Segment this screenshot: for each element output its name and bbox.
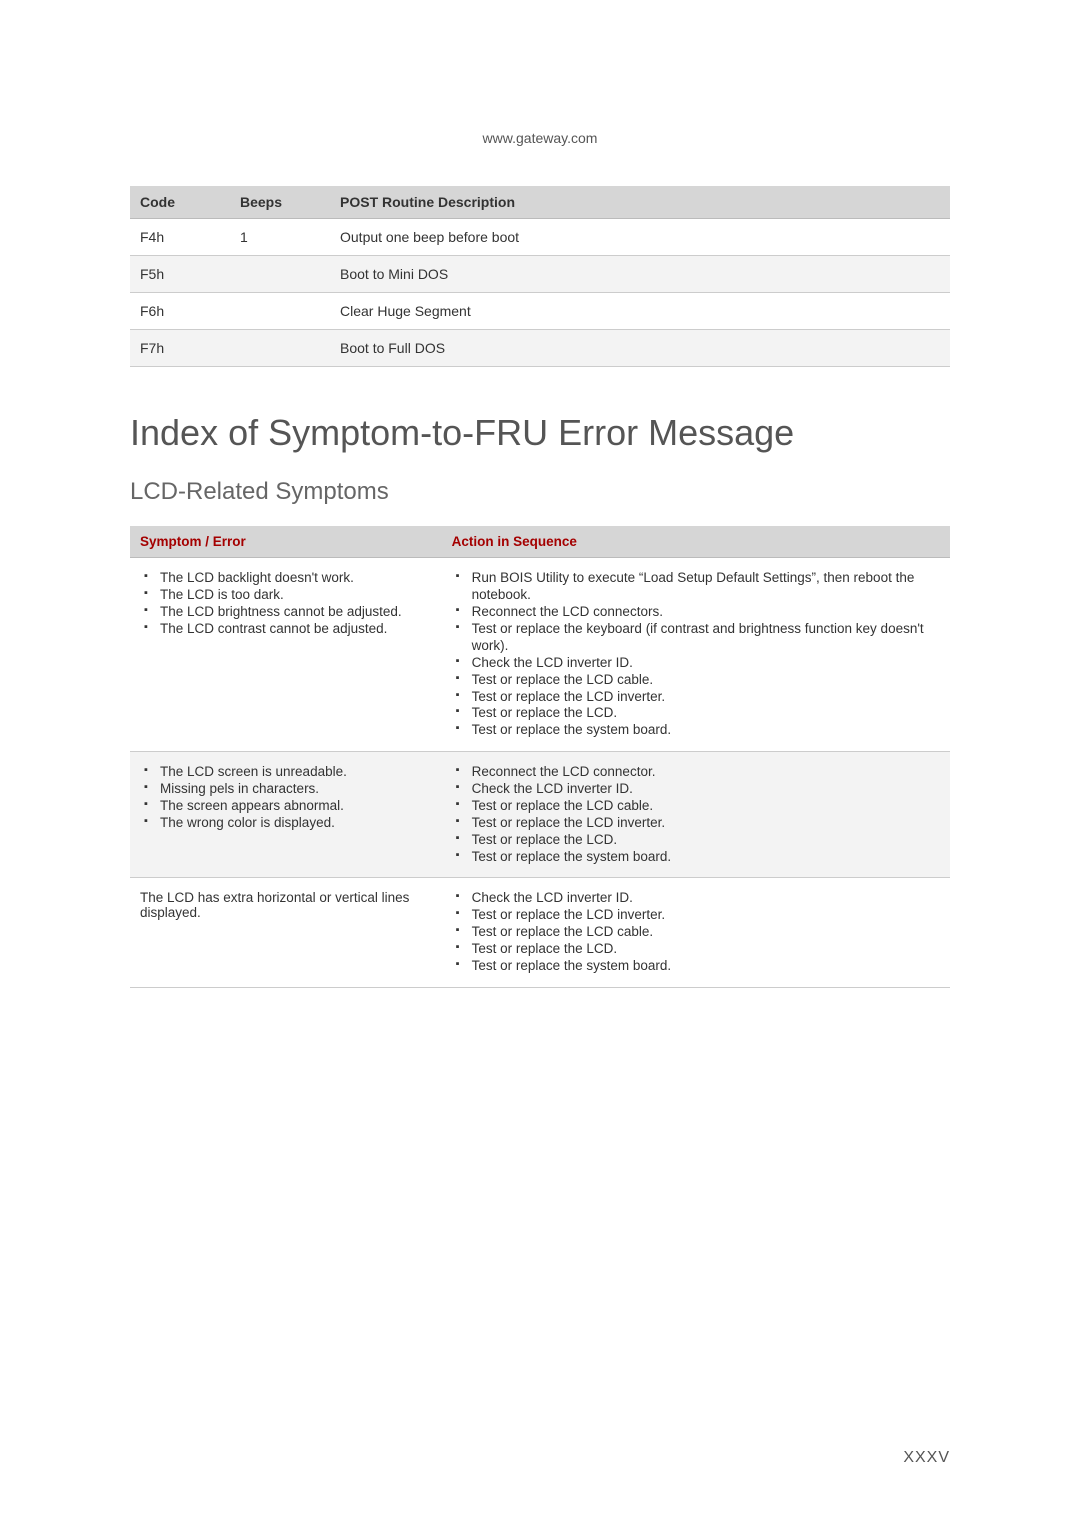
cell-code: F4h <box>130 219 230 256</box>
list-item: The LCD backlight doesn't work. <box>158 570 432 587</box>
list-item: The LCD is too dark. <box>158 587 432 604</box>
table-header-row: Symptom / Error Action in Sequence <box>130 526 950 558</box>
action-list: Reconnect the LCD connector.Check the LC… <box>452 764 940 865</box>
list-item: Check the LCD inverter ID. <box>470 781 940 798</box>
list-item: Test or replace the LCD inverter. <box>470 815 940 832</box>
lcd-symptom-table: Symptom / Error Action in Sequence The L… <box>130 526 950 987</box>
col-action-header: Action in Sequence <box>442 526 950 558</box>
list-item: The screen appears abnormal. <box>158 798 432 815</box>
list-item: Check the LCD inverter ID. <box>470 655 940 672</box>
list-item: Test or replace the LCD inverter. <box>470 689 940 706</box>
col-symptom-header: Symptom / Error <box>130 526 442 558</box>
section-heading: Index of Symptom-to-FRU Error Message <box>130 412 950 453</box>
cell-beeps <box>230 293 330 330</box>
action-list: Run BOIS Utility to execute “Load Setup … <box>452 570 940 739</box>
table-row: F7h Boot to Full DOS <box>130 330 950 367</box>
cell-symptom: The LCD has extra horizontal or vertical… <box>130 878 442 987</box>
cell-code: F6h <box>130 293 230 330</box>
cell-action: Run BOIS Utility to execute “Load Setup … <box>442 558 950 752</box>
list-item: Reconnect the LCD connectors. <box>470 604 940 621</box>
list-item: Test or replace the system board. <box>470 958 940 975</box>
symptom-list: The LCD backlight doesn't work.The LCD i… <box>140 570 432 638</box>
list-item: Check the LCD inverter ID. <box>470 890 940 907</box>
table-row: The LCD backlight doesn't work.The LCD i… <box>130 558 950 752</box>
list-item: Test or replace the LCD inverter. <box>470 907 940 924</box>
cell-beeps <box>230 330 330 367</box>
cell-desc: Boot to Full DOS <box>330 330 950 367</box>
col-beeps-header: Beeps <box>230 186 330 219</box>
list-item: Test or replace the LCD. <box>470 941 940 958</box>
list-item: Run BOIS Utility to execute “Load Setup … <box>470 570 940 604</box>
action-list: Check the LCD inverter ID.Test or replac… <box>452 890 940 974</box>
cell-code: F7h <box>130 330 230 367</box>
list-item: Test or replace the LCD. <box>470 832 940 849</box>
cell-desc: Boot to Mini DOS <box>330 256 950 293</box>
table-row: F5h Boot to Mini DOS <box>130 256 950 293</box>
cell-desc: Clear Huge Segment <box>330 293 950 330</box>
table-row: F4h 1 Output one beep before boot <box>130 219 950 256</box>
cell-symptom: The LCD backlight doesn't work.The LCD i… <box>130 558 442 752</box>
list-item: Test or replace the LCD cable. <box>470 924 940 941</box>
col-desc-header: POST Routine Description <box>330 186 950 219</box>
cell-symptom: The LCD screen is unreadable.Missing pel… <box>130 752 442 878</box>
list-item: Test or replace the LCD. <box>470 705 940 722</box>
cell-desc: Output one beep before boot <box>330 219 950 256</box>
list-item: Reconnect the LCD connector. <box>470 764 940 781</box>
cell-action: Check the LCD inverter ID.Test or replac… <box>442 878 950 987</box>
subsection-heading: LCD-Related Symptoms <box>130 478 950 506</box>
page-number: XXXV <box>903 1449 950 1467</box>
list-item: The LCD brightness cannot be adjusted. <box>158 604 432 621</box>
list-item: Test or replace the LCD cable. <box>470 798 940 815</box>
cell-beeps <box>230 256 330 293</box>
list-item: The wrong color is displayed. <box>158 815 432 832</box>
page-url: www.gateway.com <box>130 130 950 146</box>
cell-beeps: 1 <box>230 219 330 256</box>
table-row: The LCD has extra horizontal or vertical… <box>130 878 950 987</box>
list-item: Test or replace the system board. <box>470 722 940 739</box>
post-routine-table: Code Beeps POST Routine Description F4h … <box>130 186 950 367</box>
symptom-list: The LCD screen is unreadable.Missing pel… <box>140 764 432 832</box>
list-item: Test or replace the system board. <box>470 849 940 866</box>
cell-code: F5h <box>130 256 230 293</box>
table-row: The LCD screen is unreadable.Missing pel… <box>130 752 950 878</box>
list-item: The LCD contrast cannot be adjusted. <box>158 621 432 638</box>
list-item: Test or replace the keyboard (if contras… <box>470 621 940 655</box>
list-item: Test or replace the LCD cable. <box>470 672 940 689</box>
col-code-header: Code <box>130 186 230 219</box>
table-header-row: Code Beeps POST Routine Description <box>130 186 950 219</box>
table-row: F6h Clear Huge Segment <box>130 293 950 330</box>
list-item: Missing pels in characters. <box>158 781 432 798</box>
list-item: The LCD screen is unreadable. <box>158 764 432 781</box>
cell-action: Reconnect the LCD connector.Check the LC… <box>442 752 950 878</box>
